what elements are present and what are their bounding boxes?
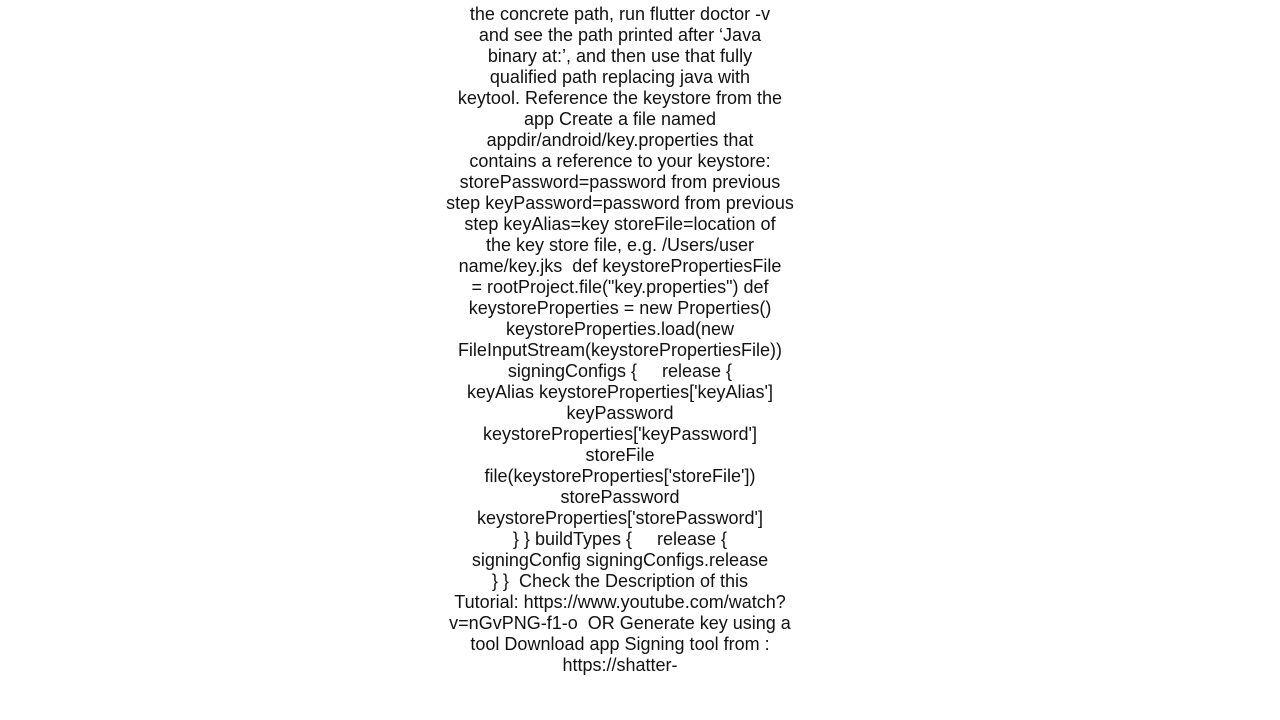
text-line: keystoreProperties = new Properties()	[468, 298, 772, 318]
text-line: contains a reference to your keystore:	[469, 151, 771, 171]
text-line: appdir/android/key.properties that	[486, 130, 754, 150]
text-line: name/key.jks def keystorePropertiesFile	[458, 256, 782, 276]
text-line: and see the path printed after ‘Java	[478, 25, 762, 45]
blank-area	[0, 680, 1280, 720]
text-line: v=nGvPNG-f1-o OR Generate key using a	[449, 613, 791, 633]
text-line: keystoreProperties['storePassword']	[477, 508, 763, 528]
text-line: tool Download app Signing tool from :	[470, 634, 770, 654]
text-line: qualified path replacing java with	[489, 67, 751, 87]
text-line: app Create a file named	[523, 109, 717, 129]
text-line: keyPassword	[566, 403, 674, 423]
text-line: https://shatter-	[562, 655, 678, 675]
text-line: FileInputStream(keystorePropertiesFile))	[457, 340, 783, 360]
text-line: binary at:’, and then use that fully	[487, 46, 753, 66]
text-line: storePassword	[560, 487, 680, 507]
text-line: } } Check the Description of this	[491, 571, 749, 591]
document-viewport[interactable]: the concrete path, run flutter doctor -v…	[0, 0, 1280, 680]
article-text: the concrete path, run flutter doctor -v…	[420, 0, 820, 680]
text-line: file(keystoreProperties['storeFile'])	[484, 466, 756, 486]
text-line: = rootProject.file("key.properties") def	[471, 277, 769, 297]
text-line: the concrete path, run flutter doctor -v	[469, 4, 771, 24]
text-line: signingConfigs { release {	[507, 361, 733, 381]
text-line: storePassword=password from previous	[459, 172, 781, 192]
text-line: step keyPassword=password from previous	[446, 193, 794, 213]
text-line: keystoreProperties.load(new	[505, 319, 735, 339]
text-line: } } buildTypes { release {	[512, 529, 728, 549]
text-line: keytool. Reference the keystore from the	[457, 88, 783, 108]
text-line: the key store file, e.g. /Users/user	[485, 235, 755, 255]
text-line: storeFile	[585, 445, 655, 465]
text-line: step keyAlias=key storeFile=location of	[464, 214, 776, 234]
text-line: signingConfig signingConfigs.release	[471, 550, 769, 570]
text-line: keyAlias keystoreProperties['keyAlias']	[467, 382, 773, 402]
text-line: keystoreProperties['keyPassword']	[483, 424, 757, 444]
text-line: Tutorial: https://www.youtube.com/watch?	[454, 592, 786, 612]
